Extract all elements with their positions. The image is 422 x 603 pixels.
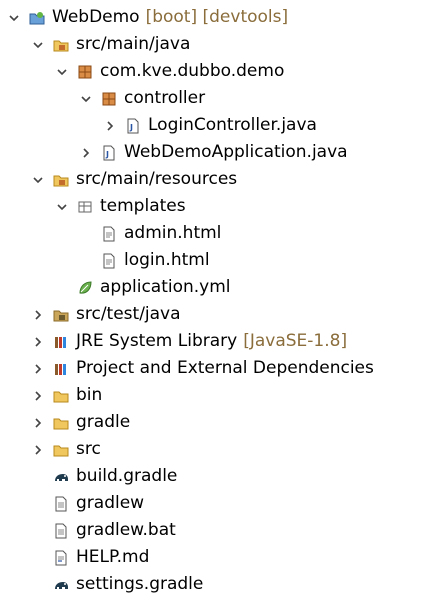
src-main-resources-label: src/main/resources [76, 169, 238, 189]
chevron-down-icon[interactable] [54, 193, 70, 220]
library-icon [52, 328, 70, 355]
library-icon [52, 355, 70, 382]
chevron-right-icon[interactable] [78, 139, 94, 166]
svg-text:J: J [105, 150, 109, 159]
tree-item-templates[interactable]: templates [54, 193, 186, 220]
tree-item-src-main-resources[interactable]: src/main/resources [30, 166, 237, 193]
source-folder-icon [52, 31, 70, 58]
spring-leaf-icon [76, 274, 94, 301]
tree-item-jre-library[interactable]: JRE System Library [JavaSE-1.8] [30, 328, 347, 355]
tree-item-webdemo[interactable]: WebDemo [boot] [devtools] [6, 4, 288, 31]
tree-item-login-controller[interactable]: J LoginController.java [102, 112, 317, 139]
gradlew-label: gradlew [76, 493, 145, 513]
chevron-right-icon[interactable] [30, 355, 46, 382]
chevron-down-icon[interactable] [30, 166, 46, 193]
tree-item-gradlew-bat[interactable]: gradlew.bat [52, 517, 176, 544]
chevron-right-icon[interactable] [102, 112, 118, 139]
markdown-file-icon [52, 544, 70, 571]
tree-item-package-demo[interactable]: com.kve.dubbo.demo [54, 58, 284, 85]
build-gradle-label: build.gradle [76, 466, 178, 486]
tree-item-build-gradle[interactable]: build.gradle [52, 463, 177, 490]
java-file-icon: J [100, 139, 118, 166]
project-explorer-tree: WebDemo [boot] [devtools] src/main/java … [0, 0, 422, 603]
templates-folder-icon [76, 193, 94, 220]
tree-item-gradlew[interactable]: gradlew [52, 490, 144, 517]
application-yml-label: application.yml [100, 277, 231, 297]
src-main-java-label: src/main/java [76, 34, 191, 54]
jre-library-decorations: [JavaSE-1.8] [243, 331, 348, 351]
folder-icon [52, 382, 70, 409]
chevron-right-icon[interactable] [30, 382, 46, 409]
package-icon [76, 58, 94, 85]
chevron-right-icon[interactable] [30, 436, 46, 463]
templates-label: templates [100, 196, 186, 216]
tree-item-project-dependencies[interactable]: Project and External Dependencies [30, 355, 374, 382]
java-file-icon: J [124, 112, 142, 139]
chevron-down-icon[interactable] [30, 31, 46, 58]
tree-item-src-test-java[interactable]: src/test/java [30, 301, 181, 328]
tree-item-gradle-folder[interactable]: gradle [30, 409, 130, 436]
package-demo-label: com.kve.dubbo.demo [100, 61, 285, 81]
login-controller-label: LoginController.java [148, 115, 317, 135]
tree-item-webdemo-application[interactable]: J WebDemoApplication.java [78, 139, 348, 166]
src-test-java-label: src/test/java [76, 304, 181, 324]
tree-item-package-controller[interactable]: controller [78, 85, 205, 112]
tree-item-application-yml[interactable]: application.yml [76, 274, 231, 301]
chevron-down-icon[interactable] [78, 85, 94, 112]
package-icon [100, 85, 118, 112]
login-html-label: login.html [124, 250, 210, 270]
chevron-right-icon[interactable] [30, 301, 46, 328]
html-file-icon [100, 220, 118, 247]
project-label: WebDemo [52, 7, 140, 27]
gradle-folder-label: gradle [76, 412, 131, 432]
admin-html-label: admin.html [124, 223, 222, 243]
folder-icon [52, 409, 70, 436]
settings-gradle-label: settings.gradle [76, 574, 204, 594]
chevron-right-icon[interactable] [30, 328, 46, 355]
chevron-right-icon[interactable] [30, 409, 46, 436]
gradle-elephant-icon [52, 463, 70, 490]
text-file-icon [52, 517, 70, 544]
gradlew-bat-label: gradlew.bat [76, 520, 176, 540]
gradle-elephant-icon [52, 571, 70, 598]
bin-label: bin [76, 385, 103, 405]
svg-text:J: J [129, 123, 133, 132]
source-folder-icon [52, 301, 70, 328]
tree-item-settings-gradle[interactable]: settings.gradle [52, 571, 203, 598]
src-folder-label: src [76, 439, 101, 459]
chevron-down-icon[interactable] [6, 4, 22, 31]
webdemo-application-label: WebDemoApplication.java [124, 142, 348, 162]
html-file-icon [100, 247, 118, 274]
jre-library-label: JRE System Library [76, 331, 238, 351]
folder-icon [52, 436, 70, 463]
chevron-down-icon[interactable] [54, 58, 70, 85]
tree-item-src-main-java[interactable]: src/main/java [30, 31, 190, 58]
source-folder-icon [52, 166, 70, 193]
project-dependencies-label: Project and External Dependencies [76, 358, 374, 378]
project-decorations: [boot] [devtools] [145, 7, 289, 27]
project-icon [28, 4, 46, 31]
tree-item-src-folder[interactable]: src [30, 436, 101, 463]
text-file-icon [52, 490, 70, 517]
help-md-label: HELP.md [76, 547, 150, 567]
tree-item-login-html[interactable]: login.html [100, 247, 210, 274]
tree-item-bin[interactable]: bin [30, 382, 102, 409]
package-controller-label: controller [124, 88, 206, 108]
tree-item-admin-html[interactable]: admin.html [100, 220, 221, 247]
tree-item-help-md[interactable]: HELP.md [52, 544, 149, 571]
